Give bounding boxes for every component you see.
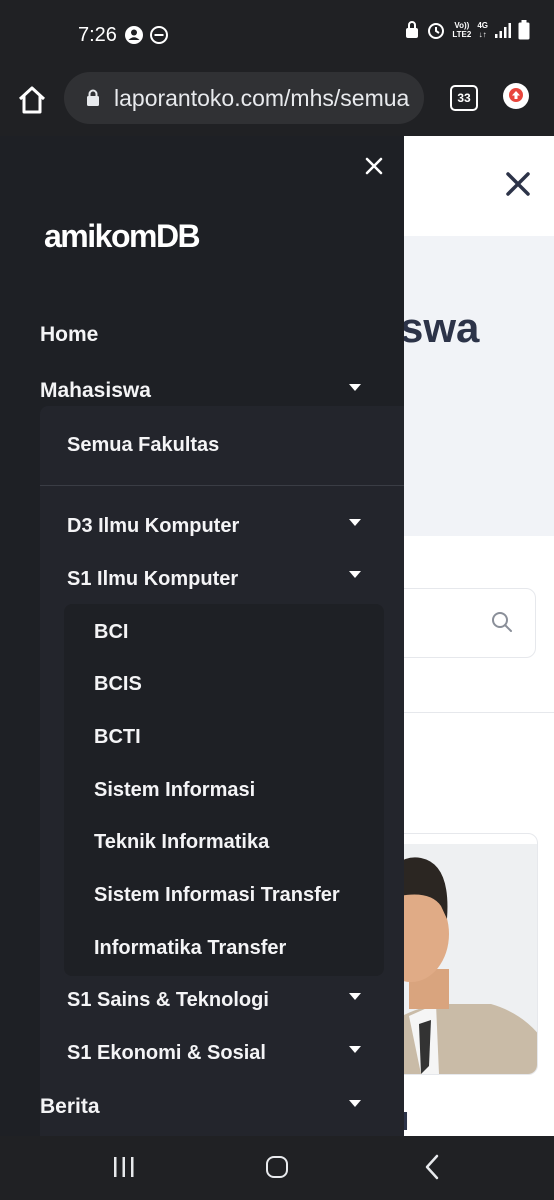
menu-item-s1-ilmu-komputer[interactable]: S1 Ilmu Komputer: [67, 568, 238, 591]
menu-item-teknik-informatika[interactable]: Teknik Informatika: [94, 831, 269, 854]
signal-icon: [495, 23, 511, 38]
tabs-button[interactable]: 33: [450, 85, 478, 111]
navigation-drawer: amikomDB Home Mahasiswa Semua Fakultas D…: [0, 136, 404, 1136]
status-icons: Vo)) LTE2 4G ↓↑: [404, 20, 530, 40]
menu-item-bcti[interactable]: BCTI: [94, 726, 141, 749]
brand-logo[interactable]: amikomDB: [44, 218, 201, 255]
menu-item-bcis[interactable]: BCIS: [94, 673, 142, 696]
do-not-disturb-icon: [150, 26, 168, 44]
caret-down-icon[interactable]: [349, 384, 361, 391]
menu-item-informatika-transfer[interactable]: Informatika Transfer: [94, 937, 286, 960]
menu-item-home[interactable]: Home: [40, 323, 98, 347]
network-indicator: 4G ↓↑: [477, 21, 488, 39]
menu-item-d3-ilmu-komputer[interactable]: D3 Ilmu Komputer: [67, 515, 239, 538]
update-button[interactable]: [503, 83, 529, 109]
back-icon[interactable]: [424, 1154, 440, 1180]
student-photo: [381, 844, 537, 1074]
system-navigation-bar: [0, 1136, 554, 1200]
page-title: swa: [400, 304, 480, 351]
alarm-lock-icon: [406, 21, 419, 38]
menu-item-semua-fakultas[interactable]: Semua Fakultas: [67, 434, 219, 457]
caret-down-icon[interactable]: [349, 993, 361, 1000]
divider: [380, 712, 554, 713]
search-icon: [492, 612, 512, 632]
close-icon[interactable]: [364, 156, 384, 176]
url-text: laporantoko.com/mhs/semua: [114, 85, 410, 111]
caret-down-icon[interactable]: [349, 1046, 361, 1053]
menu-item-berita[interactable]: Berita: [40, 1095, 100, 1119]
home-icon[interactable]: [14, 82, 50, 118]
divider: [40, 485, 404, 486]
browser-toolbar: laporantoko.com/mhs/semua 33: [0, 70, 554, 136]
battery-icon: [518, 20, 530, 40]
lock-icon: [87, 89, 99, 106]
status-bar: 7:26 Vo)) LTE2 4G ↓↑: [0, 0, 554, 70]
caret-down-icon[interactable]: [349, 1100, 361, 1107]
caret-down-icon[interactable]: [349, 519, 361, 526]
close-icon[interactable]: [502, 168, 534, 200]
caret-down-icon[interactable]: [349, 571, 361, 578]
menu-item-mahasiswa[interactable]: Mahasiswa: [40, 379, 151, 403]
update-icon: [509, 88, 523, 102]
menu-item-s1-sains-teknologi[interactable]: S1 Sains & Teknologi: [67, 989, 269, 1012]
status-time: 7:26: [78, 24, 117, 46]
alarm-icon: [428, 23, 445, 39]
menu-item-s1-ekonomi-sosial[interactable]: S1 Ekonomi & Sosial: [67, 1042, 266, 1065]
recent-apps-icon[interactable]: [112, 1156, 136, 1178]
menu-item-sistem-informasi[interactable]: Sistem Informasi: [94, 779, 255, 802]
address-bar[interactable]: laporantoko.com/mhs/semua: [64, 72, 424, 124]
volte-indicator: Vo)) LTE2: [452, 21, 472, 39]
menu-item-sistem-informasi-transfer[interactable]: Sistem Informasi Transfer: [94, 884, 340, 907]
account-icon: [125, 26, 143, 44]
home-button-icon[interactable]: [266, 1156, 288, 1178]
menu-item-bci[interactable]: BCI: [94, 621, 128, 644]
